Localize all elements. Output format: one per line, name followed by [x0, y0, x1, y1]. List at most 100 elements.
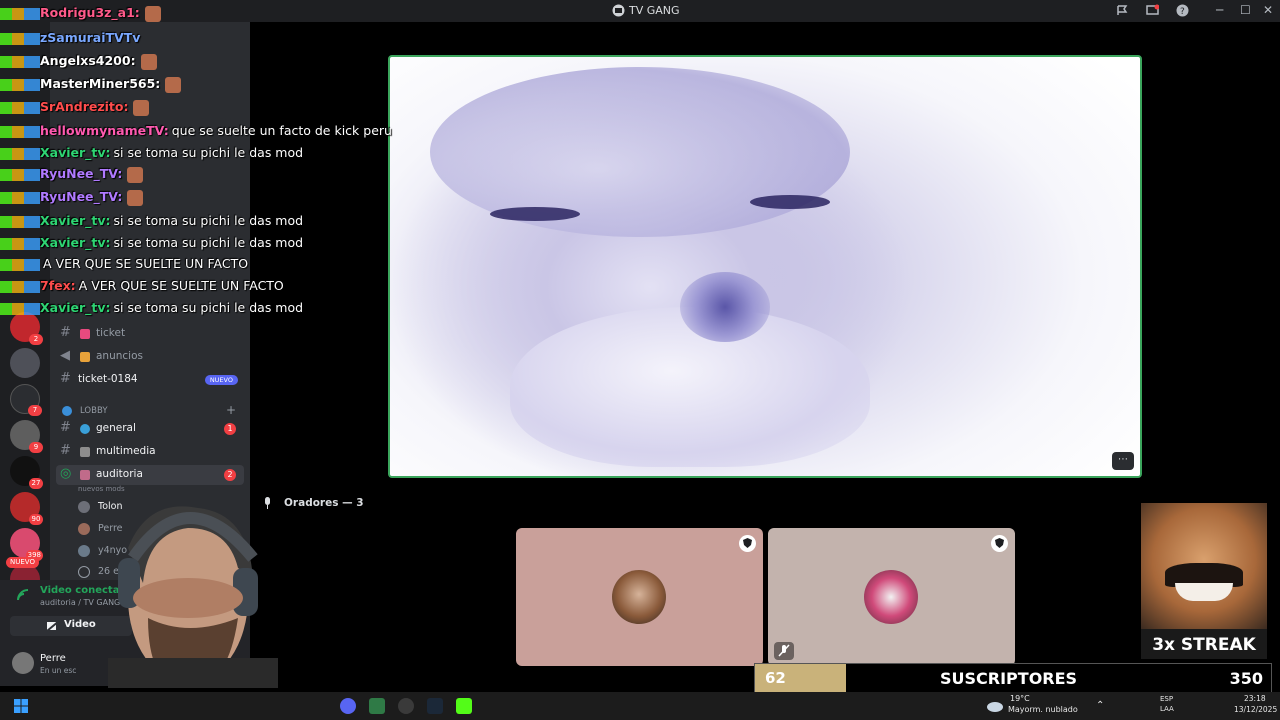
- chat-message: SrAndrezito:: [0, 99, 150, 116]
- streak-label: 3x STREAK: [1152, 635, 1256, 655]
- chat-emote: [127, 189, 144, 206]
- server-icon: [612, 4, 625, 17]
- clock-time[interactable]: 23:18: [1244, 694, 1266, 703]
- subscriber-current: 62: [765, 669, 786, 687]
- weather-temp: 19°C: [1010, 694, 1030, 703]
- taskbar: 19°C Mayorm. nublado ⌃ ESP LAA 23:18 13/…: [0, 692, 1280, 720]
- shield-icon: [739, 535, 756, 552]
- video-frame: [680, 272, 770, 342]
- server-icon[interactable]: 90: [10, 492, 43, 525]
- app-icon[interactable]: [369, 698, 385, 714]
- auditoria-emoji-icon: [80, 470, 90, 480]
- chat-username: zSamuraiTVTv: [40, 30, 141, 45]
- language-top[interactable]: ESP: [1160, 695, 1173, 703]
- speaker-tile[interactable]: [768, 528, 1015, 666]
- help-icon[interactable]: ?: [1176, 4, 1189, 17]
- chat-emote: [127, 166, 144, 183]
- close-icon[interactable]: ✕: [1263, 3, 1273, 17]
- chat-message: Xavier_tv: si se toma su pichi le das mod: [0, 235, 303, 250]
- user-name: Perre: [40, 653, 66, 664]
- chat-message: Xavier_tv: si se toma su pichi le das mod: [0, 300, 303, 315]
- video-frame: [750, 195, 830, 209]
- minimize-icon[interactable]: ─: [1216, 3, 1223, 17]
- chat-text: A VER QUE SE SUELTE UN FACTO: [78, 278, 284, 293]
- mention-badge: 2: [224, 469, 236, 481]
- badge-icons: [0, 125, 40, 138]
- chat-text: que se suelte un facto de kick peru: [171, 123, 392, 138]
- user-status: En un esc: [40, 666, 77, 675]
- mention-badge: 1: [224, 423, 236, 435]
- chat-message: 7fex: A VER QUE SE SUELTE UN FACTO: [0, 278, 284, 293]
- folder-icon: [80, 447, 90, 457]
- svg-text:?: ?: [1180, 7, 1185, 17]
- chat-message: A VER QUE SE SUELTE UN FACTO: [0, 256, 248, 271]
- channel-general[interactable]: # general 1: [56, 419, 244, 439]
- clock-date[interactable]: 13/12/2025: [1234, 705, 1277, 714]
- avatar[interactable]: [12, 652, 34, 674]
- screen-share-stage[interactable]: ⋯: [388, 55, 1142, 478]
- chat-username: MasterMiner565:: [40, 76, 161, 91]
- chat-username: hellowmynameTV:: [40, 123, 169, 138]
- hash-icon: #: [60, 325, 71, 340]
- language-bottom[interactable]: LAA: [1160, 705, 1174, 713]
- badge-icons: [0, 7, 40, 20]
- badge-icons: [0, 55, 40, 68]
- voice-icon: ◎: [60, 466, 72, 481]
- screen-icon[interactable]: [1146, 4, 1159, 17]
- badge-icons: [0, 78, 40, 91]
- app-icon[interactable]: [398, 698, 414, 714]
- channel-ticket[interactable]: # ticket: [56, 324, 244, 344]
- server-icon[interactable]: 27: [10, 456, 43, 489]
- kick-app-icon[interactable]: [456, 698, 472, 714]
- subscriber-label: SUSCRIPTORES: [940, 669, 1078, 688]
- chat-message: MasterMiner565:: [0, 76, 182, 93]
- chat-overlay: Rodrigu3z_a1: zSamuraiTVTv Angelxs4200: Mas…: [0, 0, 392, 320]
- chat-username: Rodrigu3z_a1:: [40, 5, 140, 20]
- chevron-up-icon[interactable]: ⌃: [1096, 700, 1104, 711]
- channel-auditoria[interactable]: ◎ auditoria 2: [56, 465, 244, 485]
- chat-message: Xavier_tv: si se toma su pichi le das mod: [0, 213, 303, 228]
- video-off-icon: [46, 620, 60, 632]
- chat-text: si se toma su pichi le das mod: [113, 213, 304, 228]
- badge-icons: [0, 168, 40, 181]
- chat-username: SrAndrezito:: [40, 99, 129, 114]
- server-icon[interactable]: 9: [10, 420, 43, 453]
- chat-username: RyuNee_TV:: [40, 189, 123, 204]
- badge-icons: [0, 32, 40, 45]
- avatar: [864, 570, 918, 624]
- chat-message: hellowmynameTV: que se suelte un facto de…: [0, 123, 392, 138]
- add-channel-icon[interactable]: +: [226, 403, 236, 417]
- channel-label: auditoria: [96, 468, 143, 480]
- streak-widget: 3x STREAK: [1141, 503, 1267, 659]
- channel-multimedia[interactable]: # multimedia: [56, 442, 244, 462]
- video-frame: [510, 307, 870, 467]
- globe-icon: [80, 424, 90, 434]
- server-icon[interactable]: [10, 348, 40, 378]
- inbox-icon[interactable]: [1116, 4, 1129, 17]
- discord-app-icon[interactable]: [340, 698, 356, 714]
- chat-message: Xavier_tv: si se toma su pichi le das mod: [0, 145, 303, 160]
- channel-label: ticket-0184: [78, 373, 138, 385]
- subscriber-goal-bar: 62 SUSCRIPTORES 350: [754, 663, 1272, 693]
- maximize-icon[interactable]: ☐: [1240, 3, 1251, 17]
- weather-desc: Mayorm. nublado: [1008, 705, 1078, 714]
- subscriber-goal: 350: [1229, 669, 1263, 688]
- webcam-overlay: [108, 506, 278, 688]
- windows-start-icon[interactable]: [14, 699, 28, 713]
- megaphone-icon: ◀: [60, 348, 70, 363]
- channel-ticket-0184[interactable]: # ticket-0184 NUEVO: [56, 370, 244, 390]
- chat-text: si se toma su pichi le das mod: [113, 145, 304, 160]
- muted-mic-icon: [774, 642, 794, 660]
- channel-label: ticket: [96, 327, 126, 339]
- window-title: TV GANG: [629, 4, 680, 17]
- server-icon[interactable]: 398: [10, 528, 43, 561]
- chat-emote: [144, 5, 161, 22]
- category-label: LOBBY: [80, 406, 108, 416]
- channel-label: general: [96, 422, 136, 434]
- chat-message: zSamuraiTVTv: [0, 30, 143, 45]
- steam-app-icon[interactable]: [427, 698, 443, 714]
- speaker-tile[interactable]: [516, 528, 763, 666]
- server-icon[interactable]: 7: [10, 384, 42, 416]
- more-options-button[interactable]: ⋯: [1112, 452, 1134, 470]
- channel-anuncios[interactable]: ◀ anuncios: [56, 347, 244, 367]
